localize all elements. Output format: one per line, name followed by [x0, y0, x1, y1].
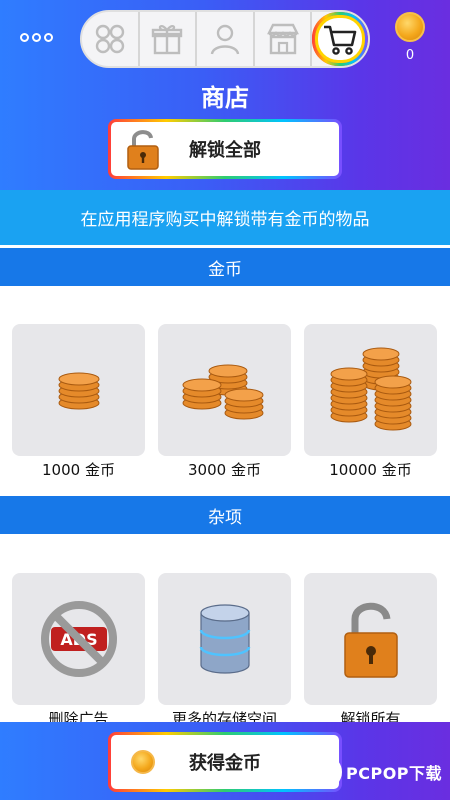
earn-coins-button[interactable]: 获得金币	[108, 732, 342, 792]
padlock-icon	[343, 602, 398, 678]
more-storage-card[interactable]	[158, 573, 291, 705]
watermark-logo: P	[308, 755, 342, 789]
tab-gift[interactable]	[140, 12, 198, 66]
grid-icon	[95, 24, 124, 54]
coin-count: 0	[405, 48, 415, 63]
unlock-everything-card[interactable]	[304, 573, 437, 705]
cart-icon	[324, 25, 357, 55]
page-title: 商店	[201, 84, 249, 112]
coin-pack-10000-card[interactable]	[304, 324, 437, 456]
coin-icon	[131, 750, 155, 774]
section-title-coins: 金币	[0, 248, 450, 286]
coin-pack-1000-label: 1000 金币	[42, 461, 115, 479]
no-ads-icon: ADS	[40, 601, 117, 677]
coin-stack-large-icon	[330, 347, 411, 431]
unlock-all-label: 解锁全部	[189, 140, 261, 161]
coin-pack-3000-label: 3000 金币	[188, 461, 261, 479]
storefront-icon	[266, 23, 299, 55]
coin-counter: 0	[393, 12, 427, 63]
earn-coins-label: 获得金币	[189, 753, 261, 774]
coin-pack-10000-label: 10000 金币	[329, 461, 412, 479]
coin-pack-1000-card[interactable]	[12, 324, 145, 456]
gift-icon	[152, 25, 183, 55]
tab-bar	[80, 10, 370, 68]
unlock-all-button[interactable]: 解锁全部	[108, 119, 342, 179]
remove-ads-card[interactable]: ADS	[12, 573, 145, 705]
coin-pack-3000-card[interactable]	[158, 324, 291, 456]
promo-banner: 在应用程序购买中解锁带有金币的物品	[0, 190, 450, 245]
coin-icon	[395, 12, 425, 42]
coin-stack-medium-icon	[182, 364, 263, 420]
tab-profile[interactable]	[197, 12, 255, 66]
tab-cart[interactable]	[312, 12, 368, 66]
padlock-icon	[127, 130, 159, 170]
tab-grid[interactable]	[82, 12, 140, 66]
database-icon	[199, 604, 250, 674]
tab-store[interactable]	[255, 12, 313, 66]
person-icon	[210, 24, 240, 55]
section-title-misc: 杂项	[0, 496, 450, 534]
header: 0 商店 解锁全部	[0, 0, 450, 190]
watermark-text: PCPOP下载	[346, 764, 443, 783]
watermark: P PCPOP下载	[308, 755, 442, 789]
coin-stack-small-icon	[58, 372, 99, 410]
more-options-icon[interactable]	[20, 33, 53, 42]
